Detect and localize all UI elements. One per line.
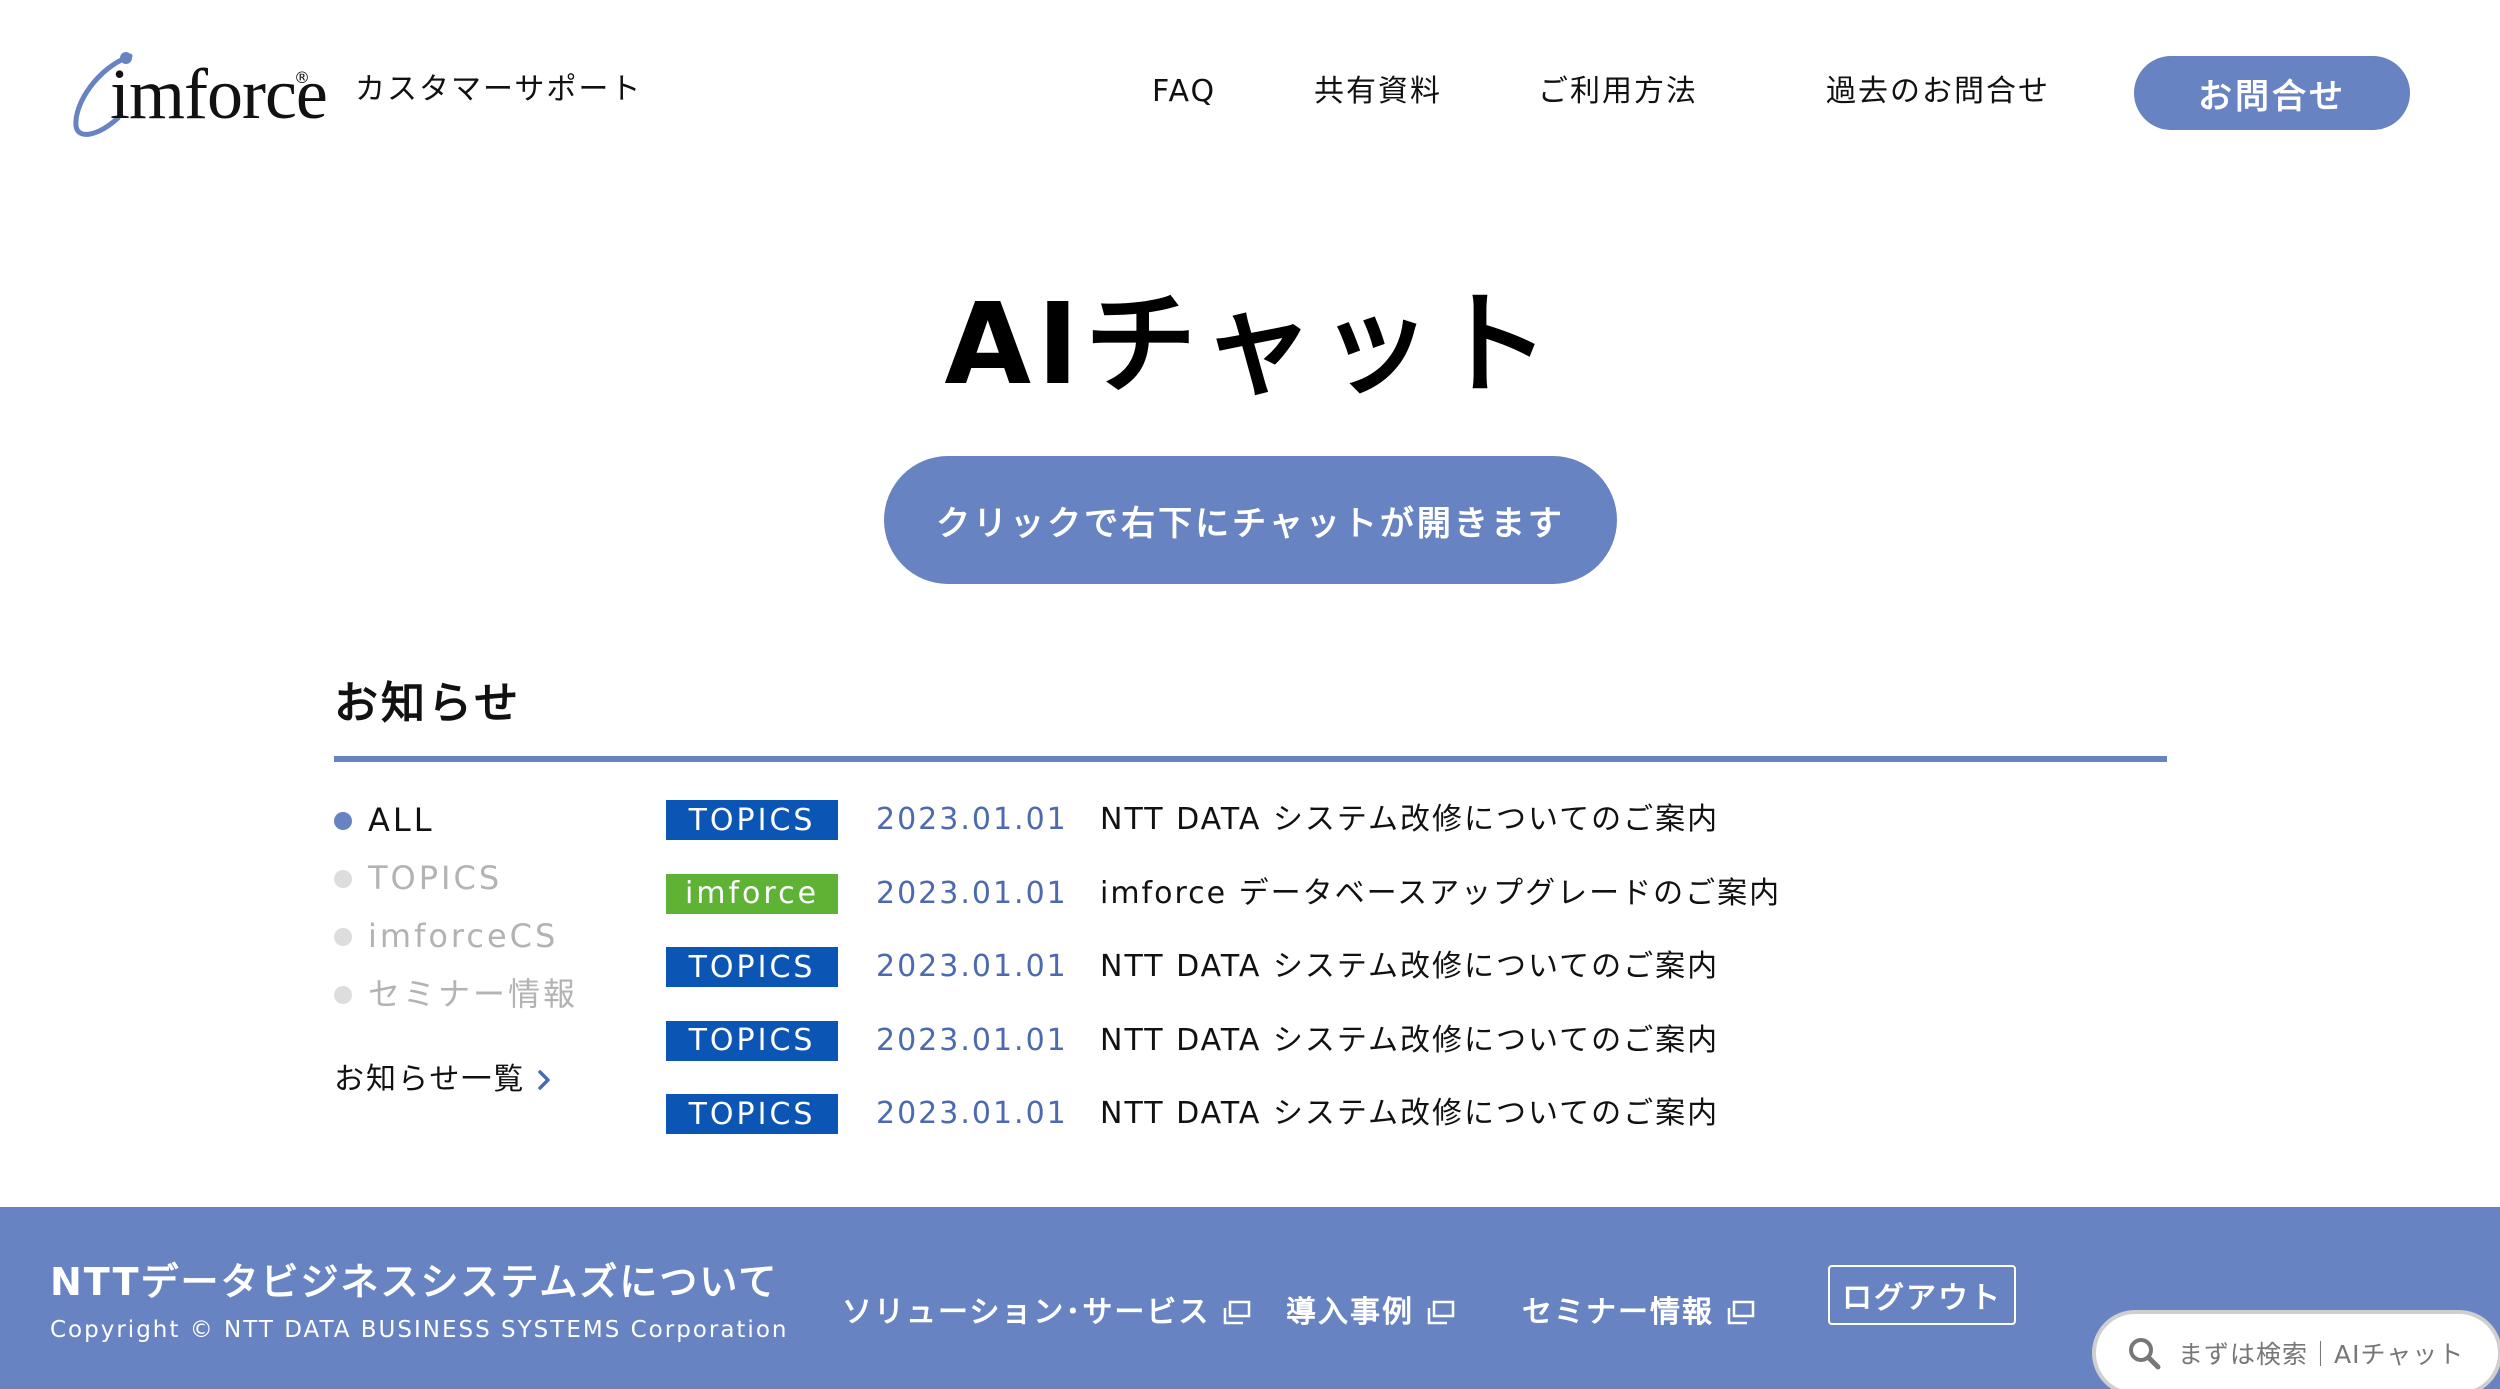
- logo-registered-mark: ®: [294, 68, 310, 87]
- filter-dot-icon: [334, 870, 352, 888]
- filter-topics[interactable]: TOPICS: [334, 858, 578, 916]
- page-title: AIチャット: [944, 280, 1556, 410]
- news-title: imforce データベースアップグレードのご案内: [1100, 875, 1782, 911]
- news-date: 2023.01.01: [876, 1022, 1068, 1058]
- search-icon: [2129, 1338, 2161, 1370]
- news-tag: TOPICS: [666, 800, 838, 840]
- news-tag: imforce: [666, 873, 838, 914]
- site-subtitle: カスタマーサポート: [355, 72, 643, 107]
- news-heading: お知らせ: [334, 678, 522, 729]
- news-title: NTT DATA システム改修についてのご案内: [1100, 802, 1720, 837]
- filter-imforcecs[interactable]: imforceCS: [334, 916, 578, 974]
- nav-shared-materials[interactable]: 共有資料: [1314, 72, 1442, 112]
- news-filter-list: ALL TOPICS imforceCS セミナー情報: [334, 800, 578, 1032]
- filter-seminar[interactable]: セミナー情報: [334, 974, 578, 1032]
- news-tag: TOPICS: [666, 947, 838, 987]
- news-all-link-label: お知らせ一覧: [334, 1062, 526, 1097]
- nav-past-inquiries[interactable]: 過去のお問合せ: [1826, 72, 2050, 112]
- filter-label: TOPICS: [368, 859, 503, 897]
- footer-link-seminar[interactable]: セミナー情報: [1522, 1293, 1756, 1333]
- footer-link-label: セミナー情報: [1522, 1295, 1714, 1330]
- filter-label: ALL: [368, 801, 435, 839]
- imforce-logo[interactable]: imforce ®: [68, 48, 328, 143]
- footer-company-link[interactable]: NTTデータビジネスシステムズについて: [50, 1257, 778, 1307]
- filter-label: セミナー情報: [368, 975, 579, 1013]
- news-row[interactable]: imforce 2023.01.01 imforce データベースアップグレード…: [666, 873, 1782, 948]
- news-row[interactable]: TOPICS 2023.01.01 NTT DATA システム改修についてのご案…: [666, 947, 1781, 1021]
- news-row[interactable]: TOPICS 2023.01.01 NTT DATA システム改修についてのご案…: [666, 1094, 1781, 1168]
- footer-link-label: ソリューション･サービス: [842, 1295, 1211, 1330]
- news-all-link[interactable]: お知らせ一覧: [334, 1060, 555, 1100]
- filter-dot-icon: [334, 928, 352, 946]
- contact-button[interactable]: お問合せ: [2134, 56, 2410, 130]
- filter-label: imforceCS: [368, 917, 559, 955]
- news-title: NTT DATA システム改修についてのご案内: [1100, 1096, 1720, 1131]
- news-list: TOPICS 2023.01.01 NTT DATA システム改修についてのご案…: [666, 800, 1781, 1168]
- news-title: NTT DATA システム改修についてのご案内: [1100, 1022, 1720, 1058]
- news-row[interactable]: TOPICS 2023.01.01 NTT DATA システム改修についてのご案…: [666, 1020, 1781, 1095]
- external-link-icon: [1224, 1300, 1251, 1325]
- chevron-right-icon: [538, 1070, 551, 1090]
- footer-link-solutions[interactable]: ソリューション･サービス: [842, 1293, 1252, 1333]
- search-widget-text: まずは検索｜AIチャット: [2178, 1340, 2465, 1369]
- news-row[interactable]: TOPICS 2023.01.01 NTT DATA システム改修についてのご案…: [666, 800, 1781, 874]
- footer-link-label: 導入事例: [1286, 1295, 1414, 1330]
- search-ai-chat-widget[interactable]: まずは検索｜AIチャット: [2092, 1310, 2500, 1389]
- logo-wordmark: imforce: [110, 54, 328, 134]
- filter-all[interactable]: ALL: [334, 800, 578, 858]
- nav-faq[interactable]: FAQ: [1152, 72, 1216, 112]
- logout-button[interactable]: ログアウト: [1828, 1265, 2016, 1325]
- news-title: NTT DATA システム改修についてのご案内: [1100, 949, 1720, 984]
- footer-link-case-studies[interactable]: 導入事例: [1286, 1293, 1456, 1333]
- external-link-icon: [1427, 1300, 1455, 1325]
- news-tag: TOPICS: [666, 1094, 838, 1134]
- external-link-icon: [1727, 1300, 1755, 1325]
- news-date: 2023.01.01: [876, 802, 1068, 837]
- open-chat-button[interactable]: クリックで右下にチャットが開きます: [884, 456, 1617, 584]
- news-date: 2023.01.01: [876, 949, 1068, 984]
- news-divider: [334, 756, 2167, 762]
- filter-dot-icon: [334, 986, 352, 1004]
- news-tag: TOPICS: [666, 1020, 838, 1061]
- nav-how-to-use[interactable]: ご利用方法: [1538, 72, 1698, 112]
- news-date: 2023.01.01: [876, 1096, 1068, 1131]
- news-date: 2023.01.01: [876, 875, 1068, 911]
- footer-copyright: Copyright © NTT DATA BUSINESS SYSTEMS Co…: [50, 1317, 789, 1343]
- filter-dot-icon: [334, 812, 352, 830]
